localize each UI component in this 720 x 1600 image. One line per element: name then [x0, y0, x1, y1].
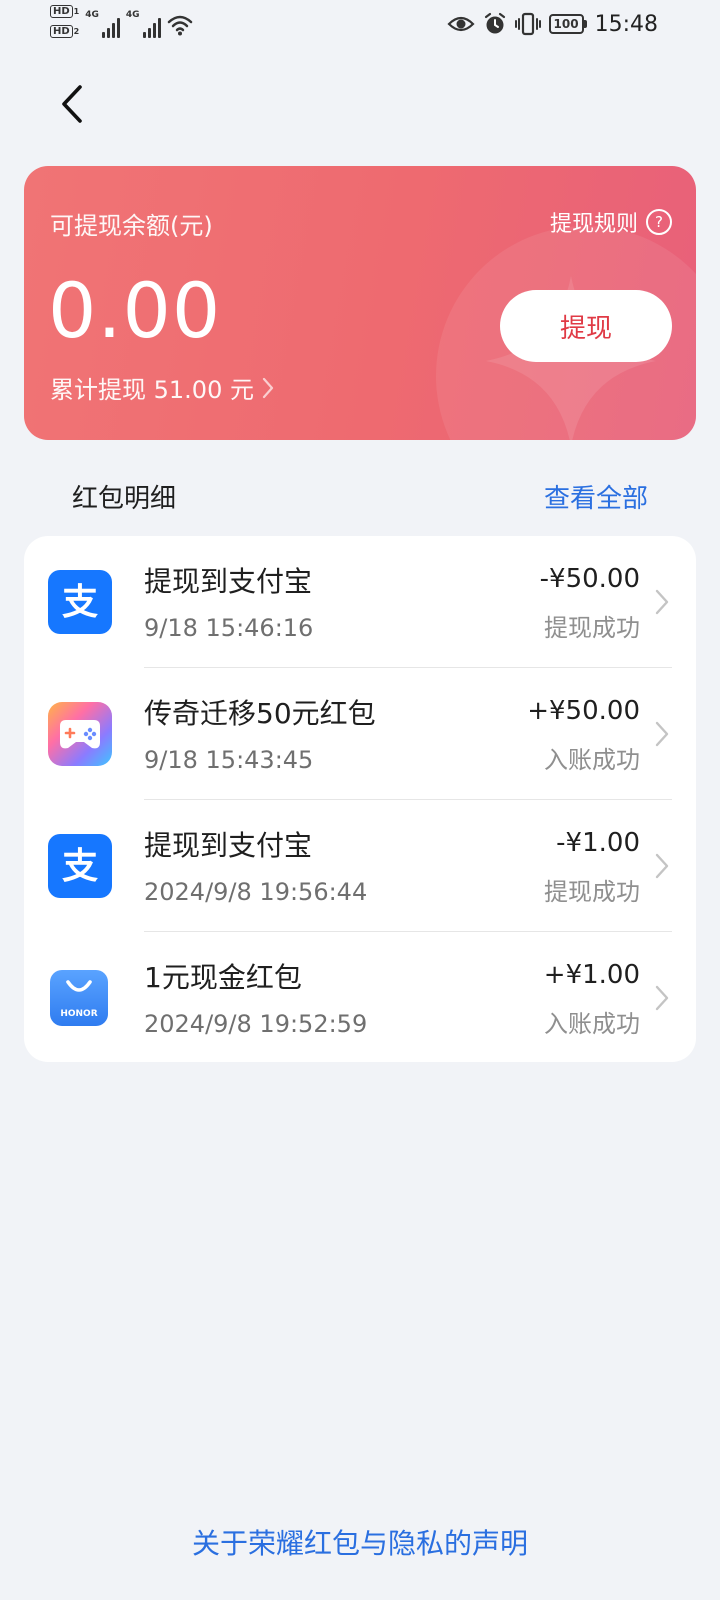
alipay-icon: 支 — [48, 834, 112, 898]
transaction-time: 9/18 15:43:45 — [144, 746, 314, 774]
transaction-row[interactable]: HONOR 1元现金红包 2024/9/8 19:52:59 +¥1.00 入账… — [24, 932, 696, 1064]
battery-icon: 100 — [548, 14, 587, 34]
alipay-icon: 支 — [48, 570, 112, 634]
transaction-amount: -¥1.00 — [556, 828, 640, 858]
transaction-time: 9/18 15:46:16 — [144, 614, 314, 642]
transaction-amount: +¥1.00 — [543, 960, 640, 990]
transaction-status: 提现成功 — [544, 878, 640, 906]
status-right: 100 15:48 — [446, 8, 658, 40]
status-time: 15:48 — [594, 11, 658, 37]
svg-text:支: 支 — [62, 846, 98, 887]
balance-label: 可提现余额(元) — [50, 212, 213, 240]
total-withdrawn-link[interactable]: 累计提现 51.00 元 — [50, 370, 274, 405]
back-button[interactable] — [52, 80, 92, 128]
chevron-right-icon — [262, 377, 274, 398]
transaction-status: 入账成功 — [544, 1010, 640, 1038]
transaction-time: 2024/9/8 19:56:44 — [144, 878, 368, 906]
game-controller-icon — [48, 702, 112, 766]
withdraw-rules-label: 提现规则 — [549, 212, 638, 237]
status-bar: HD 1 HD 2 4G 4G 100 15:48 — [0, 0, 720, 50]
transaction-status: 入账成功 — [544, 746, 640, 774]
status-left: HD 1 HD 2 4G 4G — [50, 4, 193, 46]
hd-sim1-icon: HD 1 — [50, 4, 79, 19]
signal-sim2-icon: 4G — [126, 4, 161, 38]
chevron-right-icon — [655, 589, 669, 615]
transaction-title: 提现到支付宝 — [144, 829, 313, 862]
wifi-icon — [167, 15, 192, 36]
signal-sim1-icon: 4G — [85, 4, 120, 38]
transaction-title: 1元现金红包 — [144, 961, 302, 994]
help-icon: ? — [646, 209, 672, 235]
chevron-right-icon — [655, 721, 669, 747]
transaction-row[interactable]: 支 提现到支付宝 2024/9/8 19:56:44 -¥1.00 提现成功 — [24, 800, 696, 932]
hd-indicators: HD 1 HD 2 — [50, 4, 79, 39]
view-all-link[interactable]: 查看全部 — [544, 478, 648, 515]
chevron-left-icon — [62, 85, 82, 123]
transaction-status: 提现成功 — [544, 614, 640, 642]
withdraw-button[interactable]: 提现 — [500, 290, 672, 362]
alarm-icon — [484, 12, 505, 34]
hd-sim2-icon: HD 2 — [50, 24, 79, 39]
vibrate-icon — [514, 12, 541, 36]
chevron-right-icon — [655, 985, 669, 1011]
transaction-row[interactable]: 支 提现到支付宝 9/18 15:46:16 -¥50.00 提现成功 — [24, 536, 696, 668]
transaction-list: 支 提现到支付宝 9/18 15:46:16 -¥50.00 提现成功 传奇迁移… — [24, 536, 696, 1062]
transaction-amount: -¥50.00 — [539, 564, 640, 594]
transaction-amount: +¥50.00 — [527, 696, 640, 726]
transaction-row[interactable]: 传奇迁移50元红包 9/18 15:43:45 +¥50.00 入账成功 — [24, 668, 696, 800]
chevron-right-icon — [655, 853, 669, 879]
svg-text:支: 支 — [62, 582, 98, 623]
balance-card: 可提现余额(元) 提现规则 ? 0.00 累计提现 51.00 元 提现 — [24, 166, 696, 440]
total-withdrawn-text: 累计提现 51.00 元 — [50, 376, 254, 404]
honor-store-icon: HONOR — [50, 970, 108, 1026]
transaction-time: 2024/9/8 19:52:59 — [144, 1010, 368, 1038]
section-title: 红包明细 — [72, 484, 177, 514]
transaction-title: 传奇迁移50元红包 — [144, 697, 376, 730]
eye-icon — [446, 16, 475, 32]
privacy-statement-link[interactable]: 关于荣耀红包与隐私的声明 — [0, 1522, 720, 1562]
balance-amount: 0.00 — [48, 266, 222, 355]
svg-text:HONOR: HONOR — [60, 1009, 97, 1019]
withdraw-rules-link[interactable]: 提现规则 ? — [550, 206, 672, 238]
transaction-title: 提现到支付宝 — [144, 565, 313, 598]
